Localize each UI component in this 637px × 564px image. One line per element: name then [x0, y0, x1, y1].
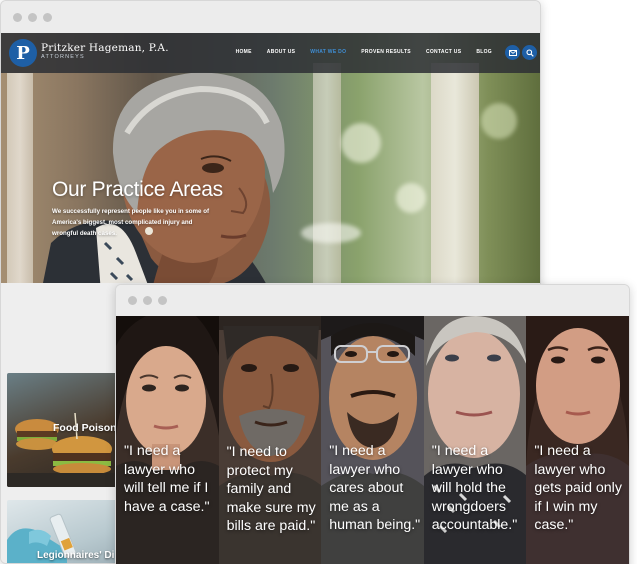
bokeh-light [481, 103, 517, 139]
firm-name[interactable]: Pritzker Hageman, P.A. [41, 42, 169, 54]
window-dot-icon[interactable] [143, 296, 152, 305]
nav-item-home[interactable]: HOME [236, 49, 252, 55]
practice-card-food-poisoning[interactable]: Food Poisoni [7, 373, 127, 487]
background-pillar [431, 63, 479, 283]
hero-subtitle: We successfully represent people like yo… [52, 208, 210, 237]
testimonial-quote: "I need a lawyer who will tell me if I h… [124, 443, 210, 515]
nav-item-what-we-do[interactable]: WHAT WE DO [310, 49, 346, 55]
testimonial-panel[interactable]: "I need a lawyer who will tell me if I h… [116, 316, 219, 564]
practice-card-legionnaires[interactable]: Legionnaires' Di [7, 500, 127, 563]
main-nav: HOME ABOUT US WHAT WE DO PROVEN RESULTS … [236, 49, 492, 55]
window-dot-icon[interactable] [128, 296, 137, 305]
nav-item-about-us[interactable]: ABOUT US [267, 49, 296, 55]
card-label: Legionnaires' Di [37, 550, 115, 561]
email-icon [508, 49, 517, 56]
testimonial-panels: "I need a lawyer who will tell me if I h… [116, 316, 629, 564]
window-titlebar [116, 285, 629, 316]
portrait-woman-dark-hair [116, 316, 219, 564]
testimonial-quote: "I need a lawyer who cares about me as a… [329, 443, 421, 534]
nav-item-proven-results[interactable]: PROVEN RESULTS [361, 49, 411, 55]
search-icon [525, 48, 534, 57]
hero-portrait-image [43, 72, 285, 283]
testimonial-panel[interactable]: "I need a lawyer who cares about me as a… [321, 316, 424, 564]
front-browser-window: "I need a lawyer who will tell me if I h… [115, 284, 630, 564]
testimonial-quote: "I need a lawyer who will hold the wrong… [431, 443, 518, 534]
testimonial-panel[interactable]: "I need a lawyer who will hold the wrong… [423, 316, 527, 564]
email-button[interactable] [505, 45, 520, 60]
firm-logo[interactable]: P [9, 39, 37, 67]
card-label: Food Poisoni [53, 422, 120, 434]
background-pillar [7, 73, 33, 283]
site-header: P Pritzker Hageman, P.A. ATTORNEYS HOME … [1, 33, 540, 73]
testimonial-quote: "I need to protect my family and make su… [226, 444, 316, 535]
window-titlebar [1, 1, 540, 33]
hero-section: P Pritzker Hageman, P.A. ATTORNEYS HOME … [1, 33, 540, 283]
firm-subtitle: ATTORNEYS [41, 54, 85, 60]
bokeh-light [341, 123, 381, 163]
testimonial-panel[interactable]: "I need a lawyer who gets paid only if I… [526, 316, 629, 564]
search-button[interactable] [522, 45, 537, 60]
window-dot-icon[interactable] [43, 12, 52, 22]
testimonial-quote: "I need a lawyer who gets paid only if I… [534, 443, 622, 534]
nav-item-contact-us[interactable]: CONTACT US [426, 49, 461, 55]
window-dot-icon[interactable] [13, 12, 22, 22]
window-dot-icon[interactable] [28, 12, 37, 22]
page-title: Our Practice Areas [52, 178, 223, 201]
bokeh-light [396, 183, 426, 213]
logo-letter: P [16, 42, 30, 64]
testimonial-panel[interactable]: "I need to protect my family and make su… [218, 316, 322, 564]
nav-item-blog[interactable]: BLOG [476, 49, 492, 55]
window-dot-icon[interactable] [158, 296, 167, 305]
